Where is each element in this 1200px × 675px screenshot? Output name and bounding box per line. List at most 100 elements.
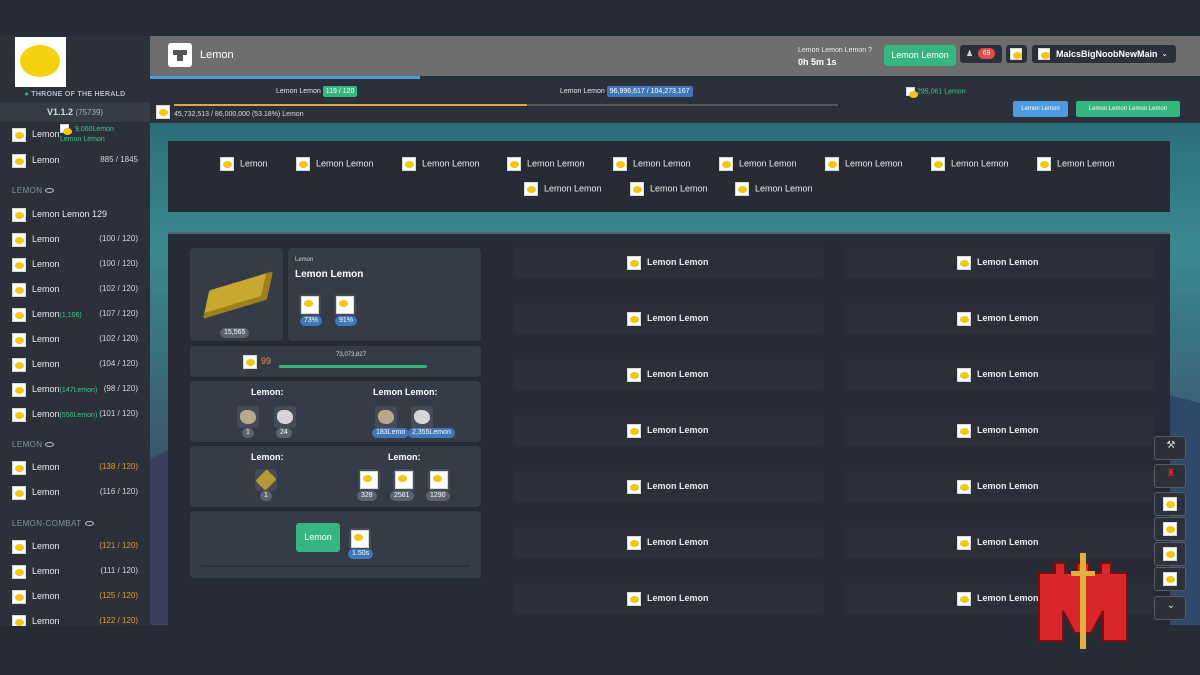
sidebar-item-extra: (556Lemon) bbox=[59, 412, 98, 419]
eye-icon[interactable] bbox=[84, 521, 94, 527]
recipe-item[interactable]: Lemon Lemon bbox=[514, 359, 824, 390]
subskill-tab[interactable]: Lemon Lemon bbox=[524, 182, 602, 196]
chevron-down-icon: ⌄ bbox=[1166, 600, 1176, 611]
section-title-text: LEMON bbox=[12, 440, 43, 449]
recipe-item[interactable]: Lemon Lemon bbox=[844, 247, 1154, 278]
sidebar-item-total[interactable]: Lemon 885 / 1845 bbox=[12, 150, 142, 170]
rail-button[interactable] bbox=[1154, 567, 1186, 591]
sidebar-item[interactable]: Lemon Lemon 129 bbox=[12, 204, 142, 224]
sidebar-item[interactable]: Lemon(556Lemon) (101 / 120) bbox=[12, 404, 142, 424]
recipe-item[interactable]: Lemon Lemon bbox=[514, 527, 824, 558]
rail-button[interactable] bbox=[1154, 542, 1186, 566]
sidebar-item[interactable]: Lemon (104 / 120) bbox=[12, 354, 142, 374]
sidebar-item-gold[interactable]: Lemon 9,060Lemon Lemon Lemon bbox=[12, 124, 142, 144]
monster-icon: ♜ bbox=[1166, 468, 1176, 479]
sidebar-item[interactable]: Lemon(147Lemon) (98 / 120) bbox=[12, 379, 142, 399]
subskill-tab[interactable]: Lemon Lemon bbox=[296, 157, 374, 171]
rail-button[interactable] bbox=[1154, 517, 1186, 541]
rail-button-anvil[interactable]: ⚒ bbox=[1154, 436, 1186, 460]
sidebar-item[interactable]: Lemon (102 / 120) bbox=[12, 279, 142, 299]
sidebar-item-level: (100 / 120) bbox=[99, 234, 138, 243]
recipe-item[interactable]: Lemon Lemon bbox=[844, 415, 1154, 446]
bonus-slot[interactable] bbox=[334, 294, 356, 316]
subskill-tab[interactable]: Lemon bbox=[220, 157, 268, 171]
subskill-tab[interactable]: Lemon Lemon bbox=[1037, 157, 1115, 171]
sidebar-item[interactable]: Lemon (122 / 120) bbox=[12, 611, 142, 626]
ore-icon bbox=[240, 410, 256, 424]
sidebar-item[interactable]: Lemon (102 / 120) bbox=[12, 329, 142, 349]
subskill-tab-label: Lemon Lemon bbox=[1057, 158, 1115, 169]
rail-collapse-button[interactable]: ⌄ bbox=[1154, 596, 1186, 620]
strip-blue-button[interactable]: Lemon Lemon bbox=[1013, 101, 1068, 117]
rail-button[interactable] bbox=[1154, 492, 1186, 516]
subskill-tab[interactable]: Lemon Lemon bbox=[719, 157, 797, 171]
subskill-tab[interactable]: Lemon Lemon bbox=[507, 157, 585, 171]
sidebar-item[interactable]: Lemon (121 / 120) bbox=[12, 536, 142, 556]
craft-button[interactable]: Lemon bbox=[296, 523, 340, 552]
strip-green-button[interactable]: Lemon Lemon Lemon Lemon bbox=[1076, 101, 1180, 117]
output-slot[interactable] bbox=[358, 469, 380, 491]
gold-value: 295,061 Lemon bbox=[916, 88, 966, 96]
user-menu[interactable]: MalcsBigNoobNewMain ⌄ bbox=[1032, 45, 1176, 63]
header-green-button[interactable]: Lemon Lemon bbox=[884, 45, 956, 66]
gold-note-sub: Lemon Lemon bbox=[60, 136, 105, 143]
app-frame: ● THRONE OF THE HERALD V1.1.2 (75739) Le… bbox=[0, 0, 1200, 675]
subskill-tab-label: Lemon Lemon bbox=[650, 183, 708, 194]
currency-button[interactable] bbox=[1006, 45, 1027, 63]
bonus-slot[interactable] bbox=[299, 294, 321, 316]
sidebar-item[interactable]: Lemon (138 / 120) bbox=[12, 457, 142, 477]
lemon-icon bbox=[507, 157, 521, 171]
lemon-icon bbox=[12, 589, 26, 604]
game-logo[interactable] bbox=[15, 37, 66, 87]
material-slot[interactable] bbox=[237, 406, 259, 428]
sidebar-item[interactable]: Lemon (100 / 120) bbox=[12, 229, 142, 249]
sidebar-item-label: Lemon bbox=[32, 259, 60, 269]
subskill-tab[interactable]: Lemon Lemon bbox=[735, 182, 813, 196]
subskill-tab[interactable]: Lemon Lemon bbox=[402, 157, 480, 171]
ore-icon bbox=[414, 410, 430, 424]
sidebar-item[interactable]: Lemon(1,106) (107 / 120) bbox=[12, 304, 142, 324]
recipe-label: Lemon Lemon bbox=[977, 537, 1039, 547]
subskill-tab[interactable]: Lemon Lemon bbox=[630, 182, 708, 196]
tools-label: Lemon: bbox=[251, 452, 284, 462]
sidebar-section-title: LEMON bbox=[12, 440, 55, 449]
output-slot[interactable] bbox=[393, 469, 415, 491]
sidebar-item-label: Lemon bbox=[32, 541, 60, 551]
subskill-tab[interactable]: Lemon Lemon bbox=[613, 157, 691, 171]
recipe-item[interactable]: Lemon Lemon bbox=[844, 471, 1154, 502]
sidebar-item-label: Lemon bbox=[32, 155, 60, 165]
help-icon[interactable]: ? bbox=[868, 47, 872, 54]
eye-icon[interactable] bbox=[45, 188, 55, 194]
notifications-button[interactable]: ♟ 69 bbox=[960, 45, 1002, 63]
page-title: Lemon bbox=[200, 49, 234, 61]
sidebar-item[interactable]: Lemon (111 / 120) bbox=[12, 561, 142, 581]
sidebar-item-level: (116 / 120) bbox=[99, 487, 138, 496]
subskill-tab[interactable]: Lemon Lemon bbox=[931, 157, 1009, 171]
recipe-item[interactable]: Lemon Lemon bbox=[514, 415, 824, 446]
recipe-item[interactable]: Lemon Lemon bbox=[844, 303, 1154, 334]
lemon-icon bbox=[430, 471, 448, 489]
recipe-item[interactable]: Lemon Lemon bbox=[514, 303, 824, 334]
section-title-text: LEMON-COMBAT bbox=[12, 519, 82, 528]
owned-slot[interactable] bbox=[375, 406, 397, 428]
lemon-icon bbox=[1163, 497, 1177, 511]
skill-level-label: Lemon Lemon bbox=[276, 88, 321, 95]
tool-slot[interactable] bbox=[255, 469, 277, 491]
material-slot[interactable] bbox=[274, 406, 296, 428]
lemon-icon bbox=[12, 460, 26, 475]
sidebar-item[interactable]: Lemon (125 / 120) bbox=[12, 586, 142, 606]
recipe-item[interactable]: Lemon Lemon bbox=[514, 583, 824, 614]
rail-button-monster[interactable]: ♜ bbox=[1154, 464, 1186, 488]
recipe-item[interactable]: Lemon Lemon bbox=[514, 471, 824, 502]
subskill-tab[interactable]: Lemon Lemon bbox=[825, 157, 903, 171]
recipe-item[interactable]: Lemon Lemon bbox=[844, 359, 1154, 390]
recipe-item[interactable]: Lemon Lemon bbox=[514, 247, 824, 278]
owned-slot[interactable] bbox=[411, 406, 433, 428]
sidebar-item[interactable]: Lemon (100 / 120) bbox=[12, 254, 142, 274]
lemon-icon bbox=[12, 614, 26, 626]
lemon-icon bbox=[12, 127, 26, 142]
eye-icon[interactable] bbox=[45, 442, 55, 448]
sidebar-item[interactable]: Lemon (116 / 120) bbox=[12, 482, 142, 502]
item-category: Lemon bbox=[295, 257, 314, 263]
output-slot[interactable] bbox=[428, 469, 450, 491]
